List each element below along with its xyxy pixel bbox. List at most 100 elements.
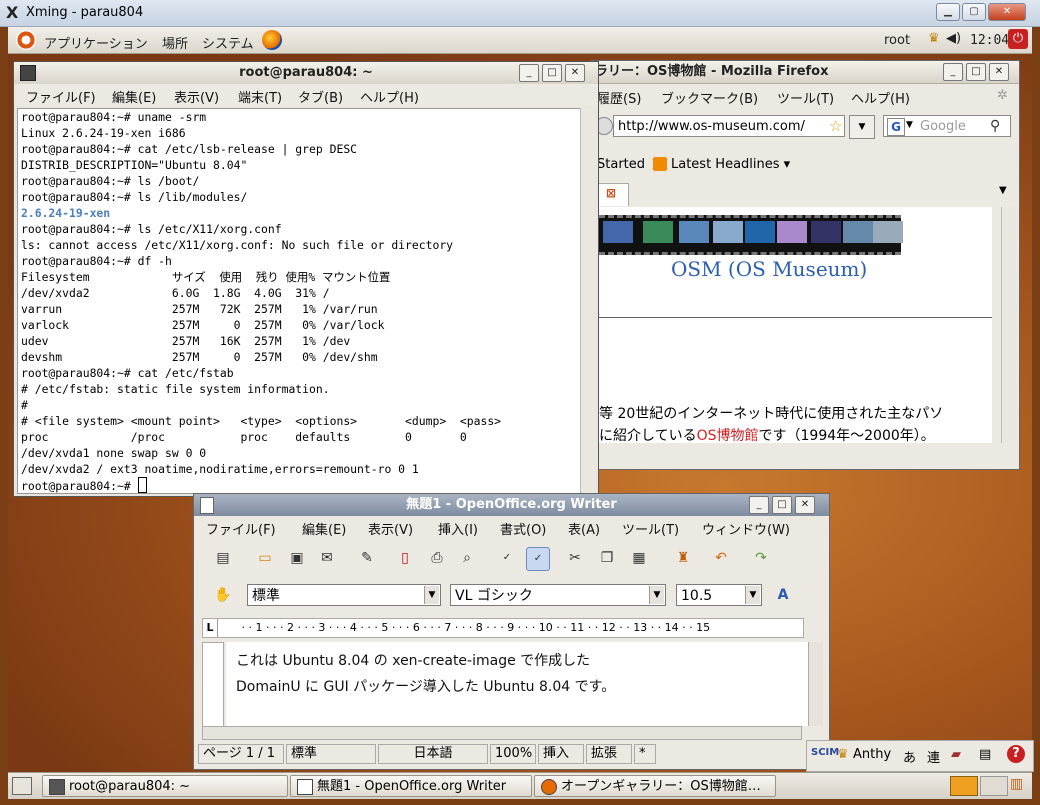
redo-icon[interactable]: ↷ — [750, 547, 772, 569]
chevron-down-icon[interactable]: ▼ — [424, 586, 439, 604]
menu-tools[interactable]: ツール(T) — [777, 88, 834, 107]
writer-vertical-scrollbar[interactable] — [808, 642, 823, 726]
close-button[interactable]: ✕ — [565, 64, 585, 82]
menu-help[interactable]: ヘルプ(H) — [360, 87, 419, 106]
minimize-button[interactable]: _ — [749, 496, 769, 514]
workspace-1[interactable] — [950, 776, 978, 796]
maximize-button[interactable]: □ — [542, 64, 562, 82]
export-pdf-icon[interactable]: ▯ — [394, 547, 416, 569]
close-button[interactable]: ✕ — [989, 63, 1009, 81]
auto-spellcheck-icon[interactable]: ✓ — [526, 547, 550, 571]
minimize-button[interactable]: _ — [943, 63, 963, 81]
im-mode-conversion[interactable]: 連 — [927, 747, 940, 766]
menu-insert[interactable]: 挿入(I) — [438, 519, 478, 538]
status-modified[interactable]: * — [634, 744, 656, 764]
menu-tools[interactable]: ツール(T) — [622, 519, 679, 538]
im-engine-label[interactable]: Anthy — [853, 747, 891, 762]
maximize-button[interactable]: ▢ — [962, 3, 986, 21]
terminal-scrollbar[interactable] — [580, 108, 595, 492]
menu-view[interactable]: 表示(V) — [368, 519, 413, 538]
workspace-2[interactable] — [980, 776, 1008, 796]
status-selection-mode[interactable]: 拡張 — [586, 744, 632, 764]
menu-table[interactable]: 表(A) — [568, 519, 600, 538]
search-icon[interactable]: ⚲ — [990, 118, 1000, 134]
menu-file[interactable]: ファイル(F) — [206, 519, 276, 538]
status-style[interactable]: 標準 — [286, 744, 376, 764]
status-insert-mode[interactable]: 挿入 — [538, 744, 584, 764]
paste-icon[interactable]: ▦ — [628, 547, 650, 569]
chevron-down-icon[interactable]: ▼ — [745, 586, 760, 604]
horizontal-ruler[interactable]: L · · 1 · · · 2 · · · 3 · · · 4 · · · 5 … — [202, 618, 804, 638]
task-firefox[interactable]: オープンギャラリー：OS博物館… — [534, 775, 776, 797]
firefox-launcher-icon[interactable] — [262, 30, 282, 50]
help-icon[interactable]: ? — [1007, 745, 1025, 763]
crown-icon[interactable]: ♛ — [837, 747, 849, 762]
spellcheck-icon[interactable]: ✓ — [496, 547, 518, 569]
os-museum-link[interactable]: OS博物館 — [697, 428, 759, 443]
tab-stop-icon[interactable]: L — [203, 619, 218, 637]
im-mode-hiragana[interactable]: あ — [903, 747, 916, 766]
menu-file[interactable]: ファイル(F) — [26, 87, 96, 106]
font-name-select[interactable]: VL ゴシック ▼ — [450, 584, 666, 606]
new-document-icon[interactable]: ▤ — [212, 547, 234, 569]
maximize-button[interactable]: □ — [772, 496, 792, 514]
edit-file-icon[interactable]: ✎ — [356, 547, 378, 569]
tab-active[interactable]: ⊠ — [597, 183, 629, 206]
search-box[interactable]: G ▼ Google ⚲ — [883, 115, 1011, 137]
show-desktop-icon[interactable] — [12, 777, 32, 795]
chevron-down-icon[interactable]: ▼ — [649, 586, 664, 604]
menu-format[interactable]: 書式(O) — [500, 519, 546, 538]
trash-icon[interactable]: ▥ — [1010, 776, 1028, 794]
dictionary-icon[interactable]: ▰ — [951, 747, 961, 762]
google-icon[interactable]: G — [887, 118, 905, 136]
bookmark-started[interactable]: Started — [597, 157, 645, 172]
panel-clock[interactable]: 12:04 — [970, 33, 1009, 48]
email-icon[interactable]: ✉ — [316, 547, 338, 569]
crown-icon[interactable]: ♛ — [928, 31, 940, 46]
undo-icon[interactable]: ↶ — [710, 547, 732, 569]
menu-places[interactable]: 場所 — [162, 33, 188, 52]
ubuntu-logo-icon[interactable] — [16, 30, 36, 50]
minimize-button[interactable]: _ — [519, 64, 539, 82]
menu-terminal[interactable]: 端末(T) — [238, 87, 282, 106]
writer-horizontal-scrollbar[interactable] — [202, 726, 802, 740]
menu-help[interactable]: ヘルプ(H) — [851, 88, 910, 107]
shutdown-icon[interactable]: ⏻ — [1008, 29, 1028, 49]
menu-window[interactable]: ウィンドウ(W) — [702, 519, 790, 538]
cut-icon[interactable]: ✂ — [564, 547, 586, 569]
menu-bookmarks[interactable]: ブックマーク(B) — [661, 88, 758, 107]
font-size-select[interactable]: 10.5 ▼ — [676, 584, 762, 606]
terminal-output[interactable]: root@parau804:~# uname -srm Linux 2.6.24… — [17, 108, 581, 494]
tab-list-button[interactable]: ▼ — [999, 185, 1007, 196]
styles-icon[interactable]: ✋ — [212, 584, 234, 606]
paragraph-style-select[interactable]: 標準 ▼ — [247, 584, 441, 606]
menu-tabs[interactable]: タブ(B) — [298, 87, 343, 106]
vertical-ruler[interactable] — [202, 642, 224, 728]
print-preview-icon[interactable]: ⌕ — [456, 547, 478, 569]
menu-edit[interactable]: 編集(E) — [112, 87, 156, 106]
url-bar[interactable]: http://www.os-museum.com/ — [613, 115, 845, 137]
menu-applications[interactable]: アプリケーション — [44, 33, 148, 52]
menu-view[interactable]: 表示(V) — [174, 87, 219, 106]
search-engine-dropdown-icon[interactable]: ▼ — [906, 120, 913, 130]
status-zoom[interactable]: 100% — [490, 744, 536, 764]
terminal-prompt-line[interactable]: root@parau804:~# — [18, 477, 580, 493]
task-terminal[interactable]: root@parau804: ~ — [42, 775, 288, 797]
status-page[interactable]: ページ 1 / 1 — [198, 744, 284, 764]
task-writer[interactable]: 無題1 - OpenOffice.org Writer — [290, 775, 532, 797]
open-folder-icon[interactable]: ▭ — [254, 547, 276, 569]
format-paintbrush-icon[interactable]: ♜ — [672, 547, 694, 569]
volume-icon[interactable]: ◀) — [946, 31, 961, 46]
bookmark-latest-headlines[interactable]: Latest Headlines ▾ — [671, 157, 790, 172]
tab-close-icon[interactable]: ⊠ — [606, 186, 616, 200]
minimize-button[interactable]: ▁ — [936, 3, 960, 21]
copy-icon[interactable]: ❐ — [596, 547, 618, 569]
close-button[interactable]: ✕ — [795, 496, 815, 514]
close-button[interactable]: ✕ — [988, 3, 1026, 21]
properties-icon[interactable]: ▤ — [979, 747, 991, 762]
menu-history[interactable]: 履歴(S) — [597, 88, 641, 107]
bookmark-star-icon[interactable]: ☆ — [829, 117, 842, 135]
print-icon[interactable]: ⎙ — [426, 547, 448, 569]
url-dropdown-button[interactable]: ▼ — [849, 115, 875, 139]
maximize-button[interactable]: □ — [966, 63, 986, 81]
